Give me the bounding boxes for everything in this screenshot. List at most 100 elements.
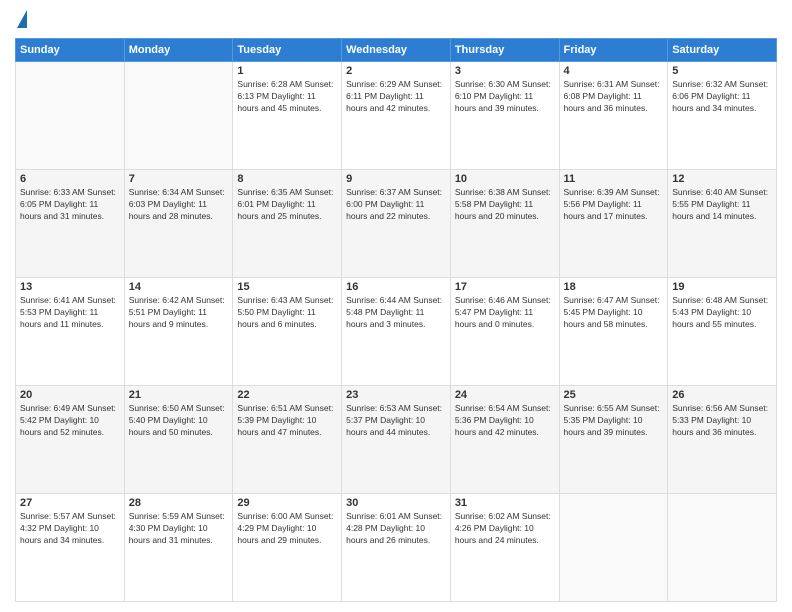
day-number: 5 xyxy=(672,65,772,77)
col-header-tuesday: Tuesday xyxy=(233,39,342,62)
calendar-cell: 22 Sunrise: 6:51 AM Sunset: 5:39 PM Dayli… xyxy=(233,386,342,494)
day-info: Sunrise: 6:38 AM Sunset: 5:58 PM Dayligh… xyxy=(455,187,555,223)
page: SundayMondayTuesdayWednesdayThursdayFrid… xyxy=(0,0,792,612)
day-number: 2 xyxy=(346,65,446,77)
calendar-cell: 15 Sunrise: 6:43 AM Sunset: 5:50 PM Dayli… xyxy=(233,278,342,386)
logo-triangle-icon xyxy=(17,10,27,28)
calendar-cell: 14Sunrise: 6:42 AM Sunset: 5:51 PM Dayli… xyxy=(124,278,233,386)
calendar-week-row: 27 Sunrise: 5:57 AM Sunset: 4:32 PM Dayli… xyxy=(16,494,777,602)
col-header-saturday: Saturday xyxy=(668,39,777,62)
day-info: Sunrise: 6:37 AM Sunset: 6:00 PM Dayligh… xyxy=(346,187,446,223)
day-info: Sunrise: 6:32 AM Sunset: 6:06 PM Dayligh… xyxy=(672,79,772,115)
logo xyxy=(15,10,27,30)
day-number: 23 xyxy=(346,389,446,401)
col-header-monday: Monday xyxy=(124,39,233,62)
day-number: 28 xyxy=(129,497,229,509)
day-number: 15 xyxy=(237,281,337,293)
calendar-cell: 7 Sunrise: 6:34 AM Sunset: 6:03 PM Daylig… xyxy=(124,170,233,278)
calendar-cell: 18 Sunrise: 6:47 AM Sunset: 5:45 PM Dayli… xyxy=(559,278,668,386)
day-info: Sunrise: 6:31 AM Sunset: 6:08 PM Dayligh… xyxy=(564,79,664,115)
day-number: 1 xyxy=(237,65,337,77)
calendar-cell xyxy=(559,494,668,602)
calendar-cell: 3 Sunrise: 6:30 AM Sunset: 6:10 PM Daylig… xyxy=(450,62,559,170)
day-number: 21 xyxy=(129,389,229,401)
day-number: 12 xyxy=(672,173,772,185)
day-info: Sunrise: 6:43 AM Sunset: 5:50 PM Dayligh… xyxy=(237,295,337,331)
day-number: 18 xyxy=(564,281,664,293)
day-info: Sunrise: 6:53 AM Sunset: 5:37 PM Dayligh… xyxy=(346,403,446,439)
calendar-cell: 25 Sunrise: 6:55 AM Sunset: 5:35 PM Dayli… xyxy=(559,386,668,494)
day-info: Sunrise: 6:39 AM Sunset: 5:56 PM Dayligh… xyxy=(564,187,664,223)
day-number: 24 xyxy=(455,389,555,401)
col-header-friday: Friday xyxy=(559,39,668,62)
calendar-cell: 12 Sunrise: 6:40 AM Sunset: 5:55 PM Dayli… xyxy=(668,170,777,278)
day-info: Sunrise: 6:40 AM Sunset: 5:55 PM Dayligh… xyxy=(672,187,772,223)
calendar-cell: 29Sunrise: 6:00 AM Sunset: 4:29 PM Dayli… xyxy=(233,494,342,602)
col-header-sunday: Sunday xyxy=(16,39,125,62)
day-number: 13 xyxy=(20,281,120,293)
day-number: 27 xyxy=(20,497,120,509)
day-number: 7 xyxy=(129,173,229,185)
day-info: Sunrise: 6:00 AM Sunset: 4:29 PM Dayligh… xyxy=(237,511,337,547)
day-number: 26 xyxy=(672,389,772,401)
day-info: Sunrise: 6:29 AM Sunset: 6:11 PM Dayligh… xyxy=(346,79,446,115)
day-info: Sunrise: 6:30 AM Sunset: 6:10 PM Dayligh… xyxy=(455,79,555,115)
calendar-cell xyxy=(16,62,125,170)
day-info: Sunrise: 6:47 AM Sunset: 5:45 PM Dayligh… xyxy=(564,295,664,331)
day-info: Sunrise: 6:55 AM Sunset: 5:35 PM Dayligh… xyxy=(564,403,664,439)
calendar-cell: 31 Sunrise: 6:02 AM Sunset: 4:26 PM Dayli… xyxy=(450,494,559,602)
day-number: 31 xyxy=(455,497,555,509)
day-info: Sunrise: 6:42 AM Sunset: 5:51 PM Dayligh… xyxy=(129,295,229,331)
day-info: Sunrise: 6:28 AM Sunset: 6:13 PM Dayligh… xyxy=(237,79,337,115)
calendar-cell: 30 Sunrise: 6:01 AM Sunset: 4:28 PM Dayli… xyxy=(342,494,451,602)
calendar-cell: 16Sunrise: 6:44 AM Sunset: 5:48 PM Dayli… xyxy=(342,278,451,386)
day-info: Sunrise: 6:02 AM Sunset: 4:26 PM Dayligh… xyxy=(455,511,555,547)
calendar-cell: 23 Sunrise: 6:53 AM Sunset: 5:37 PM Dayli… xyxy=(342,386,451,494)
calendar-cell: 2 Sunrise: 6:29 AM Sunset: 6:11 PM Daylig… xyxy=(342,62,451,170)
day-info: Sunrise: 6:56 AM Sunset: 5:33 PM Dayligh… xyxy=(672,403,772,439)
calendar-cell: 9 Sunrise: 6:37 AM Sunset: 6:00 PM Daylig… xyxy=(342,170,451,278)
day-info: Sunrise: 6:49 AM Sunset: 5:42 PM Dayligh… xyxy=(20,403,120,439)
col-header-wednesday: Wednesday xyxy=(342,39,451,62)
calendar-cell: 6 Sunrise: 6:33 AM Sunset: 6:05 PM Daylig… xyxy=(16,170,125,278)
day-number: 30 xyxy=(346,497,446,509)
calendar-cell xyxy=(668,494,777,602)
day-number: 9 xyxy=(346,173,446,185)
calendar-header-row: SundayMondayTuesdayWednesdayThursdayFrid… xyxy=(16,39,777,62)
calendar-cell: 19Sunrise: 6:48 AM Sunset: 5:43 PM Dayli… xyxy=(668,278,777,386)
day-number: 10 xyxy=(455,173,555,185)
day-info: Sunrise: 6:34 AM Sunset: 6:03 PM Dayligh… xyxy=(129,187,229,223)
day-number: 4 xyxy=(564,65,664,77)
calendar-cell: 4 Sunrise: 6:31 AM Sunset: 6:08 PM Daylig… xyxy=(559,62,668,170)
day-info: Sunrise: 6:48 AM Sunset: 5:43 PM Dayligh… xyxy=(672,295,772,331)
day-number: 8 xyxy=(237,173,337,185)
day-info: Sunrise: 6:01 AM Sunset: 4:28 PM Dayligh… xyxy=(346,511,446,547)
day-info: Sunrise: 6:54 AM Sunset: 5:36 PM Dayligh… xyxy=(455,403,555,439)
header xyxy=(15,10,777,30)
day-number: 6 xyxy=(20,173,120,185)
day-number: 11 xyxy=(564,173,664,185)
calendar-week-row: 13 Sunrise: 6:41 AM Sunset: 5:53 PM Dayli… xyxy=(16,278,777,386)
day-number: 16 xyxy=(346,281,446,293)
day-info: Sunrise: 6:41 AM Sunset: 5:53 PM Dayligh… xyxy=(20,295,120,331)
calendar-week-row: 6 Sunrise: 6:33 AM Sunset: 6:05 PM Daylig… xyxy=(16,170,777,278)
col-header-thursday: Thursday xyxy=(450,39,559,62)
day-info: Sunrise: 5:59 AM Sunset: 4:30 PM Dayligh… xyxy=(129,511,229,547)
calendar-cell: 10 Sunrise: 6:38 AM Sunset: 5:58 PM Dayli… xyxy=(450,170,559,278)
calendar-cell: 1 Sunrise: 6:28 AM Sunset: 6:13 PM Daylig… xyxy=(233,62,342,170)
day-info: Sunrise: 6:33 AM Sunset: 6:05 PM Dayligh… xyxy=(20,187,120,223)
calendar-cell: 26 Sunrise: 6:56 AM Sunset: 5:33 PM Dayli… xyxy=(668,386,777,494)
day-info: Sunrise: 6:51 AM Sunset: 5:39 PM Dayligh… xyxy=(237,403,337,439)
calendar-cell: 5 Sunrise: 6:32 AM Sunset: 6:06 PM Daylig… xyxy=(668,62,777,170)
calendar-cell: 28 Sunrise: 5:59 AM Sunset: 4:30 PM Dayli… xyxy=(124,494,233,602)
day-number: 25 xyxy=(564,389,664,401)
calendar-week-row: 20Sunrise: 6:49 AM Sunset: 5:42 PM Dayli… xyxy=(16,386,777,494)
calendar-cell: 13 Sunrise: 6:41 AM Sunset: 5:53 PM Dayli… xyxy=(16,278,125,386)
day-info: Sunrise: 6:50 AM Sunset: 5:40 PM Dayligh… xyxy=(129,403,229,439)
day-number: 3 xyxy=(455,65,555,77)
calendar-cell: 17Sunrise: 6:46 AM Sunset: 5:47 PM Dayli… xyxy=(450,278,559,386)
calendar-cell: 24 Sunrise: 6:54 AM Sunset: 5:36 PM Dayli… xyxy=(450,386,559,494)
day-number: 22 xyxy=(237,389,337,401)
day-info: Sunrise: 5:57 AM Sunset: 4:32 PM Dayligh… xyxy=(20,511,120,547)
calendar-cell xyxy=(124,62,233,170)
